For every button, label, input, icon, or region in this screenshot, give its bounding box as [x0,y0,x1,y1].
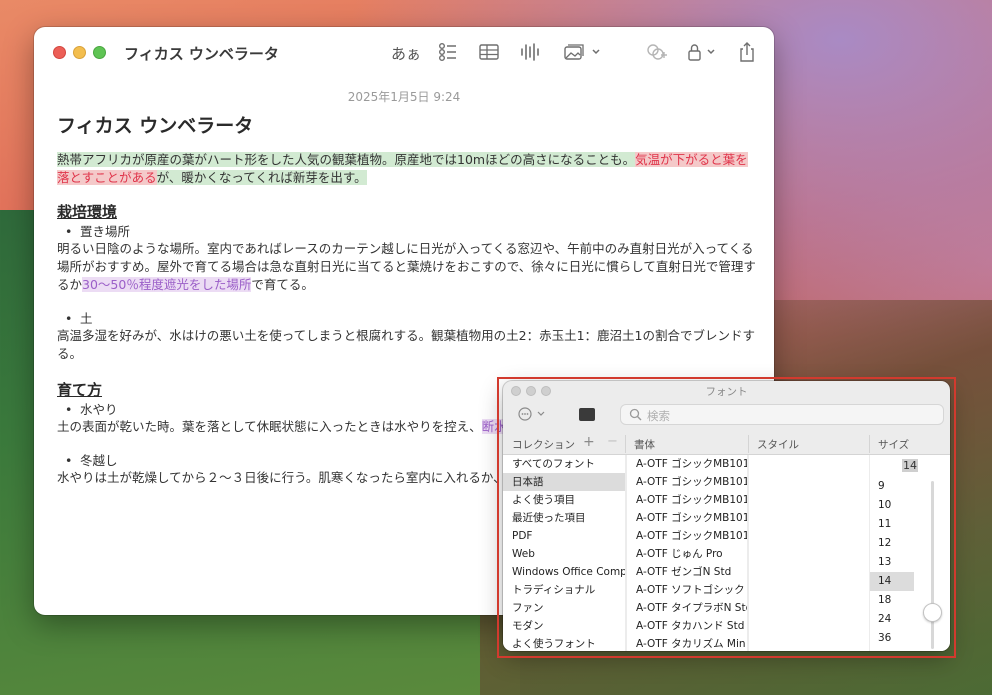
lock-icon[interactable] [685,41,721,63]
bullet-placement: 置き場所 [57,223,757,240]
bullet-soil: 土 [57,310,757,327]
intro-tail-text: が、暖かくなってくれば新芽を出す。 [156,170,367,185]
highlight-frame [497,377,956,658]
placement-text-end: で育てる。 [251,277,314,292]
window-title: フィカス ウンベラータ [124,45,279,63]
section-heading-environment: 栽培環境 [57,203,118,221]
watering-text: 土の表面が乾いた時。葉を落として休眠状態に入ったときは水やりを控え、 [57,419,482,434]
soil-paragraph: 高温多湿を好みが、水はけの悪い土を使ってしまうと根腐れする。観葉植物用の土2：赤… [57,328,755,361]
note-title[interactable]: フィカス ウンベラータ [57,111,253,138]
titlebar: フィカス ウンベラータ あぁ [34,27,774,79]
placement-paragraph: 明るい日陰のような場所。室内であればレースのカーテン越しに日光が入ってくる窓辺や… [57,240,757,294]
intro-paragraph[interactable]: 熱帯アフリカが原産の葉がハート形をした人気の観葉植物。原産地では10mほどの高さ… [57,151,757,187]
format-button[interactable]: あぁ [391,43,421,65]
close-button[interactable] [53,46,66,59]
share-icon[interactable] [736,41,758,63]
minimize-button[interactable] [73,46,86,59]
checklist-icon[interactable] [436,41,458,63]
placement-highlight: 30〜50％程度遮光をした場所 [82,277,252,292]
note-date: 2025年1月5日 9:24 [347,90,461,104]
zoom-button[interactable] [93,46,106,59]
photo-icon[interactable] [561,41,603,63]
intro-green-text: 熱帯アフリカが原産の葉がハート形をした人気の観葉植物。原産地では10mほどの高さ… [57,152,636,167]
collaborate-icon[interactable] [644,41,668,63]
waveform-icon[interactable] [518,41,540,63]
table-icon[interactable] [478,41,500,63]
